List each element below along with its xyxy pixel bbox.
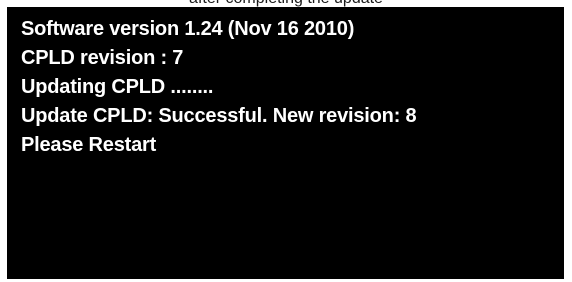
console-line-cpld-revision: CPLD revision : 7 [21, 47, 184, 69]
console-screen: Software version 1.24 (Nov 16 2010) CPLD… [7, 7, 564, 279]
console-line-software-version: Software version 1.24 (Nov 16 2010) [21, 18, 355, 40]
console-line-update-result: Update CPLD: Successful. New revision: 8 [21, 105, 417, 127]
console-line-updating-cpld: Updating CPLD ........ [21, 76, 214, 98]
console-output: Software version 1.24 (Nov 16 2010) CPLD… [21, 15, 417, 160]
console-line-restart-prompt: Please Restart [21, 134, 157, 156]
